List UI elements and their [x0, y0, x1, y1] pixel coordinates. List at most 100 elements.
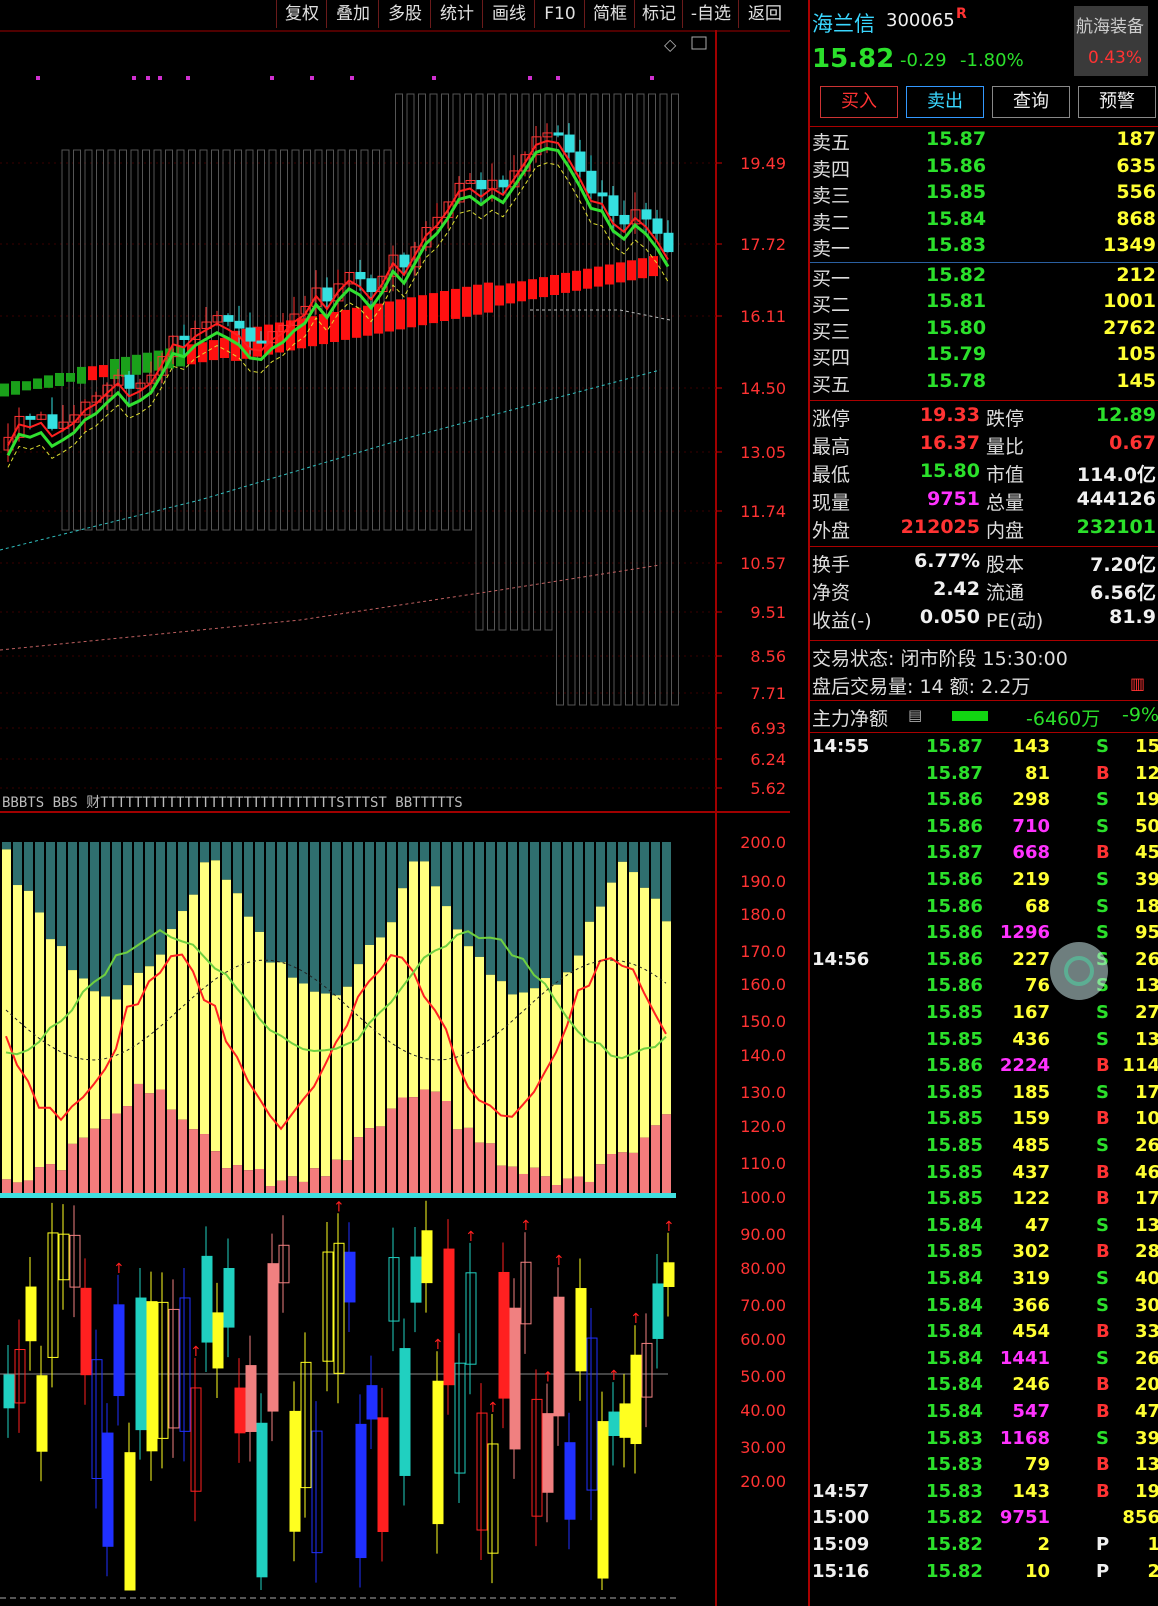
- toolbar-button-3[interactable]: 统计: [430, 0, 483, 28]
- indicator-bar-bottom: [629, 1152, 638, 1195]
- price-change-pct: -1.80%: [960, 50, 1024, 71]
- indicator-bar-mid: [244, 916, 253, 1171]
- list-icon[interactable]: ▤: [908, 706, 922, 724]
- chip-bar: [475, 93, 484, 631]
- indicator-bar-mid: [596, 906, 605, 1165]
- indicator-bar-mid: [233, 893, 242, 1166]
- alert-button[interactable]: 预警: [1078, 86, 1156, 118]
- stat-value: 81.9: [1109, 606, 1156, 628]
- trade-price: 15.85: [926, 1135, 983, 1156]
- indicator-bar-mid: [46, 939, 55, 1165]
- indicator-bar-mid: [552, 984, 561, 1186]
- osc-candle-body: [91, 1359, 103, 1479]
- trade-price: 15.84: [926, 1347, 983, 1369]
- toolbar-button-0[interactable]: 复权: [276, 0, 327, 28]
- trade-volume: 10: [1024, 1560, 1050, 1582]
- indicator-bar-bottom: [486, 1143, 495, 1195]
- trade-price: 15.86: [926, 895, 983, 917]
- trade-volume: 454: [1012, 1321, 1050, 1343]
- quote-panel: 海兰信 300065 R 航海装备 0.43% 15.82 -0.29 -1.8…: [808, 0, 1158, 1606]
- toolbar-button-8[interactable]: -自选: [682, 0, 739, 28]
- candle-body: [619, 214, 630, 225]
- indicator-bar-top: [585, 842, 594, 922]
- trade-price: 15.83: [926, 1454, 983, 1476]
- toolbar-button-6[interactable]: 简框: [584, 0, 635, 28]
- trade-row: 14:57 15.83 143 B 19: [810, 1481, 1158, 1508]
- trade-volume: 547: [1012, 1401, 1050, 1422]
- osc-candle-body: [498, 1271, 510, 1399]
- trade-volume: 227: [1012, 948, 1050, 970]
- stat-value: 6.77%: [914, 550, 980, 572]
- toolbar-button-7[interactable]: 标记: [634, 0, 683, 28]
- toolbar-button-4[interactable]: 画线: [482, 0, 535, 28]
- ma-band-segment: [385, 301, 394, 332]
- trade-count: 19: [1134, 789, 1158, 811]
- trade-volume: 68: [1024, 895, 1050, 917]
- osc-candle-body: [223, 1268, 235, 1328]
- kline-chart[interactable]: 19.49 17.72 16.11 14.50 13.05 11.74 10.57 9.51 8…: [0, 30, 790, 1606]
- osc-candle-body: [454, 1362, 466, 1474]
- up-arrow-icon: ↑: [542, 1370, 554, 1386]
- indicator-bar-mid: [332, 995, 341, 1160]
- osc-candle-body: [465, 1272, 477, 1365]
- trade-side: S: [1096, 1427, 1109, 1449]
- indicator-bar-mid: [420, 861, 429, 1090]
- indicator-axis-label: 200.0: [740, 833, 786, 852]
- indicator-bar-mid: [662, 921, 671, 1115]
- indicator-bar-bottom: [563, 1178, 572, 1195]
- indicator-bar-top: [651, 842, 660, 899]
- indicator-bar-bottom: [640, 1137, 649, 1195]
- panel-icon: [691, 36, 707, 50]
- trade-time: 14:55: [812, 736, 870, 757]
- stat-label: 外盘: [812, 520, 851, 542]
- indicator-bar-top: [68, 842, 77, 971]
- toolbar-button-2[interactable]: 多股: [378, 0, 431, 28]
- stat-label: 总量: [986, 492, 1025, 514]
- trade-volume: 9751: [999, 1507, 1050, 1529]
- trade-side: S: [1096, 1002, 1109, 1023]
- indicator-bar-bottom: [453, 1129, 462, 1195]
- indicator-bar-bottom: [112, 1113, 121, 1195]
- ma-band-segment: [374, 303, 383, 334]
- osc-candle-body: [146, 1301, 158, 1452]
- indicator-bar-mid: [585, 921, 594, 1182]
- indicator-bar-mid: [618, 861, 627, 1153]
- toolbar-button-1[interactable]: 叠加: [326, 0, 379, 28]
- indicator-bar-top: [145, 842, 154, 967]
- toolbar-button-5[interactable]: F10: [534, 0, 585, 28]
- ma-band-segment: [99, 365, 108, 378]
- trade-row: 15.87 668 B 45: [810, 842, 1158, 869]
- sell-button[interactable]: 卖出: [906, 86, 984, 118]
- trade-row: 15.86 2224 B 114: [810, 1055, 1158, 1082]
- candle-body: [124, 374, 135, 389]
- trade-count: 13: [1134, 1028, 1158, 1050]
- chip-bar: [119, 149, 127, 531]
- trade-price: 15.86: [926, 948, 983, 970]
- osc-candle-body: [597, 1421, 609, 1579]
- toolbar-button-9[interactable]: 返回: [738, 0, 791, 28]
- candle-body: [575, 151, 586, 172]
- indicator-bar-bottom: [541, 1176, 550, 1195]
- related-sector-box[interactable]: 航海装备 0.43%: [1074, 6, 1148, 76]
- chart-icon[interactable]: ▥: [1130, 674, 1145, 693]
- chip-bar: [107, 149, 116, 531]
- trade-price: 15.85: [926, 1241, 983, 1263]
- trade-count: 17: [1134, 1188, 1158, 1210]
- ma-band-segment: [429, 293, 438, 324]
- trade-row: 15.83 79 B 13: [810, 1454, 1158, 1481]
- trade-side: B: [1096, 842, 1110, 864]
- indicator-bar-bottom: [376, 1126, 385, 1195]
- trade-volume: 436: [1012, 1028, 1050, 1050]
- chip-bar: [671, 93, 679, 706]
- indicator-bar-bottom: [288, 1176, 297, 1195]
- stat-value: 232101: [1076, 516, 1156, 538]
- trade-volume: 246: [1012, 1374, 1050, 1396]
- trade-volume: 319: [1012, 1268, 1050, 1289]
- trade-volume: 167: [1012, 1002, 1050, 1023]
- query-button[interactable]: 查询: [992, 86, 1070, 118]
- floating-assistant-icon[interactable]: [1050, 942, 1108, 1000]
- signal-dot: [650, 76, 654, 80]
- osc-candle-body: [14, 1349, 26, 1404]
- indicator-bar-top: [266, 842, 275, 963]
- buy-button[interactable]: 买入: [820, 86, 898, 118]
